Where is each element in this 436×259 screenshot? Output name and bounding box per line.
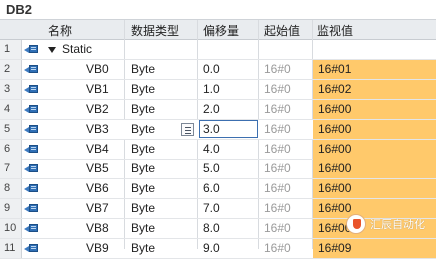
tag-start-value[interactable]: 16#0 <box>264 179 291 198</box>
table-row[interactable]: 5 VB3 Byte 3.0 16#0 16#00 <box>0 119 436 140</box>
tag-offset[interactable]: 1.0 <box>203 80 220 99</box>
tag-name[interactable]: VB1 <box>86 80 109 99</box>
tag-monitor-value: 16#02 <box>318 81 352 96</box>
header-monitor-value[interactable]: 监视值 <box>317 22 353 39</box>
tag-name[interactable]: VB7 <box>86 199 109 218</box>
db-element-icon <box>24 183 40 194</box>
tag-data-type[interactable]: Byte <box>131 100 155 119</box>
db-element-icon <box>24 104 40 115</box>
monitor-value-cell[interactable]: 16#00 <box>313 99 436 119</box>
tag-start-value[interactable]: 16#0 <box>264 120 291 139</box>
monitor-value-cell[interactable]: 16#00 <box>313 139 436 159</box>
tag-monitor-value: 16#00 <box>318 101 352 116</box>
tag-start-value[interactable]: 16#0 <box>264 219 291 238</box>
tag-name[interactable]: VB4 <box>86 140 109 159</box>
table-row[interactable]: 11 VB9 Byte 9.0 16#0 16#09 <box>0 239 436 259</box>
row-number[interactable]: 7 <box>0 159 22 179</box>
table-row[interactable]: 6 VB4 Byte 4.0 16#0 16#00 <box>0 139 436 160</box>
db-element-icon <box>24 84 40 95</box>
tag-data-type[interactable]: Byte <box>131 140 155 159</box>
monitor-value-cell[interactable]: 16#01 <box>313 59 436 79</box>
table-row[interactable]: 8 VB6 Byte 6.0 16#0 16#00 <box>0 179 436 200</box>
wechat-logo-icon <box>346 214 366 234</box>
tag-monitor-value: 16#01 <box>318 61 352 76</box>
tag-data-type[interactable]: Byte <box>131 80 155 99</box>
watermark-text: 汇辰自动化 <box>370 219 425 231</box>
block-titlebar: DB2 <box>0 0 436 20</box>
tag-name[interactable]: VB5 <box>86 159 109 178</box>
row-number[interactable]: 5 <box>0 119 22 139</box>
tag-start-value[interactable]: 16#0 <box>264 60 291 79</box>
tag-name[interactable]: Static <box>62 40 92 59</box>
monitor-value-cell[interactable]: 16#00 <box>313 179 436 199</box>
watermark: 汇辰自动化 <box>346 214 432 234</box>
header-data-type[interactable]: 数据类型 <box>131 22 179 39</box>
table-header: 名称 数据类型 偏移量 起始值 监视值 <box>0 20 436 40</box>
db-element-icon <box>24 44 40 55</box>
monitor-value-cell[interactable]: 16#00 <box>313 119 436 139</box>
tag-monitor-value: 16#00 <box>318 121 352 136</box>
table-row[interactable]: 7 VB5 Byte 5.0 16#0 16#00 <box>0 159 436 180</box>
row-number[interactable]: 2 <box>0 59 22 79</box>
monitor-value-cell[interactable]: 16#00 <box>313 159 436 179</box>
tag-data-type[interactable]: Byte <box>131 179 155 198</box>
tag-start-value[interactable]: 16#0 <box>264 80 291 99</box>
tag-offset[interactable]: 0.0 <box>203 60 220 79</box>
db-element-icon <box>24 163 40 174</box>
row-number[interactable]: 9 <box>0 199 22 219</box>
tag-data-type[interactable]: Byte <box>131 219 155 238</box>
tag-name[interactable]: VB0 <box>86 60 109 79</box>
tag-offset[interactable]: 2.0 <box>203 100 220 119</box>
table-row[interactable]: 4 VB2 Byte 2.0 16#0 16#00 <box>0 99 436 120</box>
db-element-icon <box>24 64 40 75</box>
header-name[interactable]: 名称 <box>48 22 72 39</box>
tag-data-type[interactable]: Byte <box>131 60 155 79</box>
tag-start-value[interactable]: 16#0 <box>264 199 291 218</box>
header-offset[interactable]: 偏移量 <box>203 22 239 39</box>
row-number[interactable]: 6 <box>0 139 22 159</box>
tag-data-type[interactable]: Byte <box>131 199 155 218</box>
db-element-icon <box>24 223 40 234</box>
header-start-value[interactable]: 起始值 <box>264 22 300 39</box>
tag-name[interactable]: VB6 <box>86 179 109 198</box>
table-row[interactable]: 3 VB1 Byte 1.0 16#0 16#02 <box>0 79 436 100</box>
tag-start-value[interactable]: 16#0 <box>264 159 291 178</box>
type-picker-button[interactable] <box>181 122 194 136</box>
monitor-value-cell[interactable]: 16#02 <box>313 79 436 99</box>
tag-offset[interactable]: 6.0 <box>203 179 220 198</box>
tag-name[interactable]: VB8 <box>86 219 109 238</box>
tag-offset[interactable]: 7.0 <box>203 199 220 218</box>
tag-offset[interactable]: 4.0 <box>203 140 220 159</box>
tag-start-value[interactable]: 16#0 <box>264 140 291 159</box>
db-element-icon <box>24 203 40 214</box>
row-number[interactable]: 8 <box>0 179 22 199</box>
tag-monitor-value: 16#00 <box>318 161 352 176</box>
db-element-icon <box>24 124 40 135</box>
tag-name[interactable]: VB2 <box>86 100 109 119</box>
expand-triangle-icon[interactable] <box>48 47 56 53</box>
tag-monitor-value: 16#00 <box>318 181 352 196</box>
tag-offset[interactable]: 8.0 <box>203 219 220 238</box>
row-number[interactable]: 1 <box>0 40 22 59</box>
tag-monitor-value: 16#00 <box>318 141 352 156</box>
tag-offset[interactable]: 5.0 <box>203 159 220 178</box>
block-title: DB2 <box>6 2 33 17</box>
row-number[interactable]: 4 <box>0 99 22 119</box>
tag-data-type[interactable]: Byte <box>131 120 155 139</box>
tag-offset[interactable]: 3.0 <box>203 120 220 139</box>
table-row[interactable]: 2 VB0 Byte 0.0 16#0 16#01 <box>0 59 436 80</box>
tag-name[interactable]: VB3 <box>86 120 109 139</box>
db-element-icon <box>24 144 40 155</box>
table-row[interactable]: 1 Static <box>0 40 436 60</box>
tag-start-value[interactable]: 16#0 <box>264 100 291 119</box>
row-number[interactable]: 3 <box>0 79 22 99</box>
row-number[interactable]: 10 <box>0 219 22 239</box>
tag-data-type[interactable]: Byte <box>131 159 155 178</box>
